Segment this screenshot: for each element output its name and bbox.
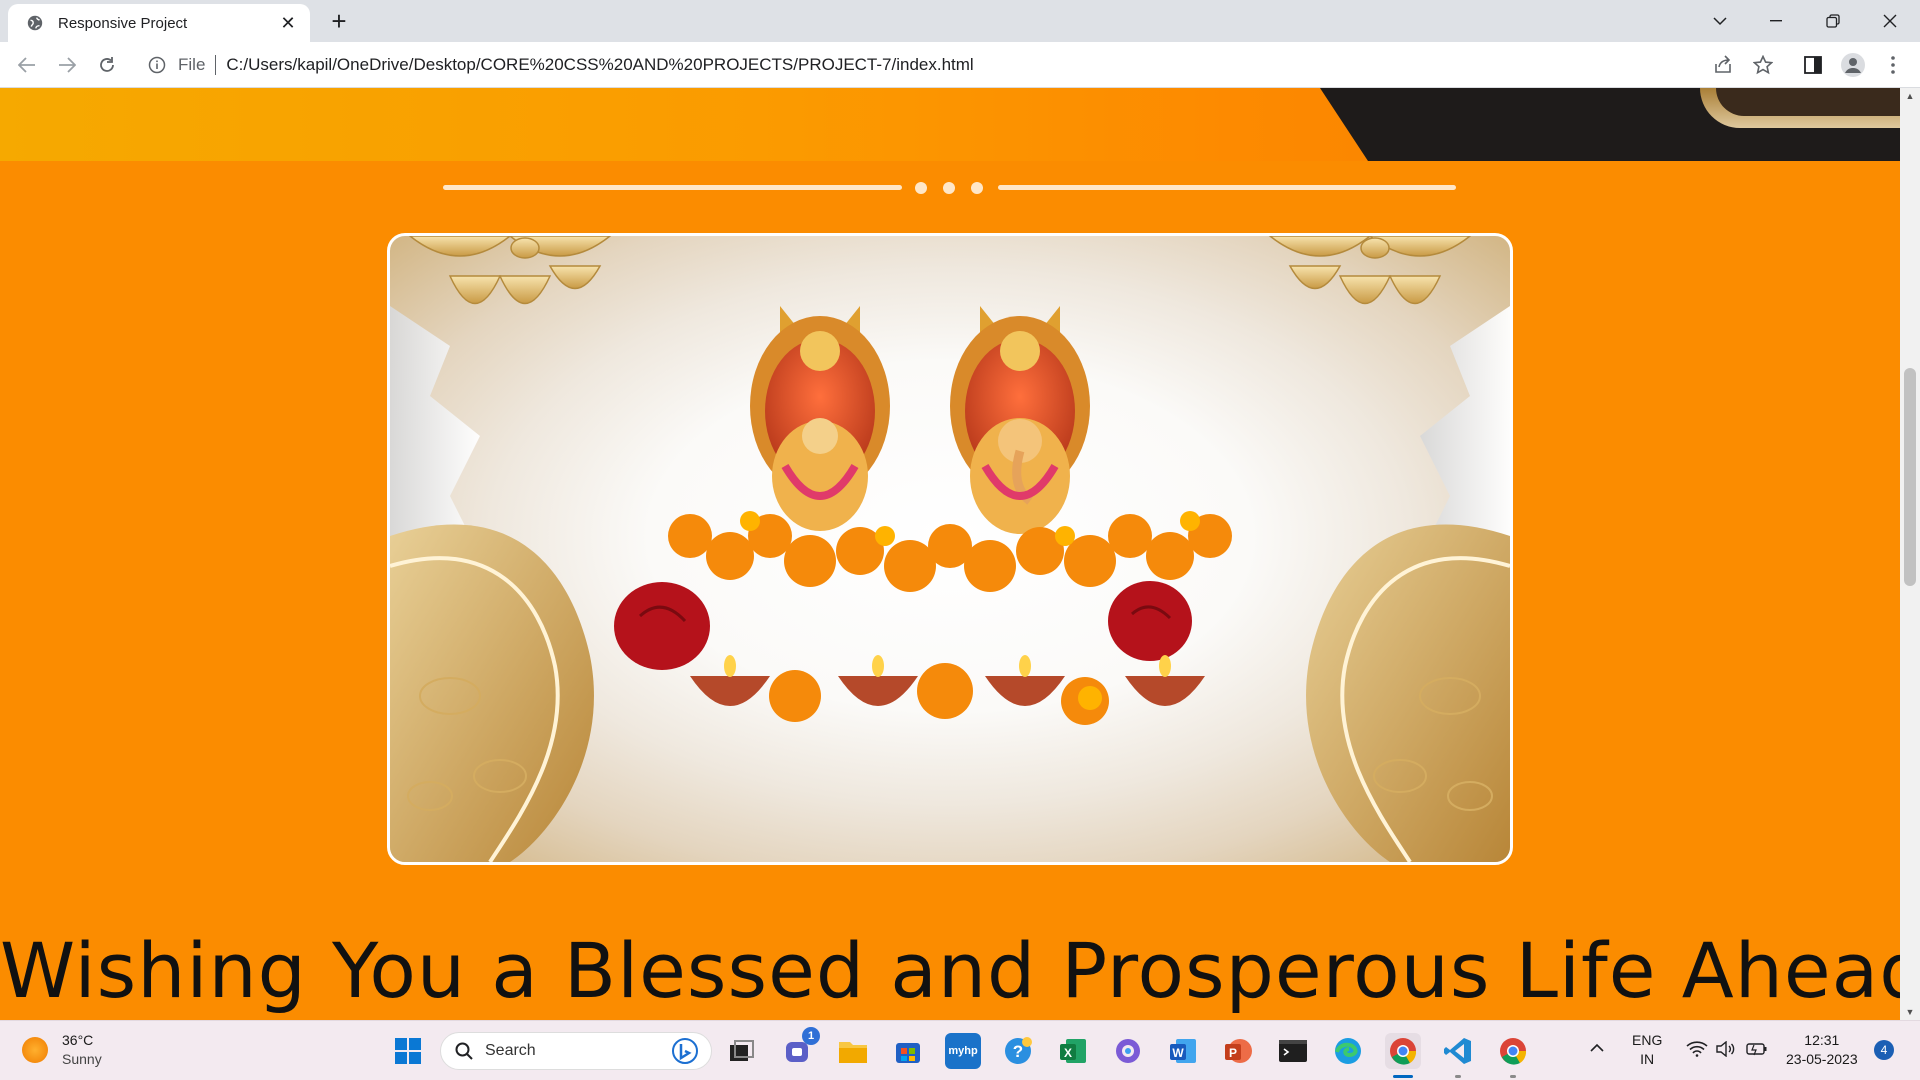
microsoft-store-icon[interactable]: [890, 1033, 926, 1069]
file-scheme-label: File: [178, 55, 206, 74]
search-placeholder: Search: [485, 1042, 536, 1059]
show-hidden-icons-chevron-icon[interactable]: [1590, 1039, 1604, 1058]
close-tab-icon[interactable]: ✕: [278, 13, 298, 34]
chrome-active-indicator: [1393, 1075, 1413, 1078]
svg-text:X: X: [1064, 1046, 1072, 1060]
back-arrow-icon: [18, 57, 35, 73]
lakshmi-ganesh-illustration: [390, 236, 1510, 862]
weather-widget[interactable]: 36°C Sunny: [22, 1031, 102, 1069]
divider-line-left: [443, 185, 902, 190]
forward-button[interactable]: [52, 50, 82, 80]
tab-search-chevron-icon[interactable]: [1692, 0, 1748, 42]
new-tab-button[interactable]: +: [324, 6, 354, 36]
language-line1: ENG: [1632, 1032, 1663, 1048]
page-viewport: Wishing You a Blessed and Prosperous Lif…: [0, 88, 1900, 1020]
bing-icon[interactable]: [671, 1037, 699, 1065]
powerpoint-icon[interactable]: P: [1220, 1033, 1256, 1069]
weather-temp: 36°C: [62, 1032, 94, 1048]
reload-button[interactable]: [92, 50, 122, 80]
scroll-thumb[interactable]: [1904, 368, 1916, 586]
more-menu-icon[interactable]: [1880, 52, 1906, 78]
profile-avatar[interactable]: [1840, 52, 1866, 78]
address-bar[interactable]: File C:/Users/kapil/OneDrive/Desktop/COR…: [140, 47, 1710, 83]
notification-badge[interactable]: 4: [1874, 1040, 1894, 1060]
weather-condition: Sunny: [62, 1051, 102, 1067]
wifi-icon[interactable]: [1686, 1041, 1708, 1062]
divider-line-right: [998, 185, 1456, 190]
url-text[interactable]: C:/Users/kapil/OneDrive/Desktop/CORE%20C…: [226, 55, 973, 75]
browser-tab[interactable]: Responsive Project ✕: [8, 4, 310, 42]
side-panel-icon[interactable]: [1800, 52, 1826, 78]
tab-strip: Responsive Project ✕ +: [0, 0, 1920, 42]
search-icon: [455, 1042, 473, 1060]
teams-badge: 1: [802, 1027, 820, 1045]
address-separator: [215, 55, 217, 75]
festival-image-card: [387, 233, 1513, 865]
lakshmi-idol: [750, 306, 890, 531]
edge-icon[interactable]: [1330, 1033, 1366, 1069]
vscode-icon[interactable]: [1440, 1033, 1476, 1069]
svg-text:P: P: [1229, 1046, 1237, 1060]
globe-icon: [27, 15, 43, 31]
teams-icon[interactable]: 1: [780, 1027, 820, 1069]
bookmark-star-icon[interactable]: [1750, 52, 1776, 78]
slider-dot-3[interactable]: [971, 182, 983, 194]
vscode-running-indicator: [1455, 1075, 1461, 1078]
battery-icon[interactable]: [1746, 1041, 1768, 1062]
myhp-icon[interactable]: myhp: [945, 1033, 981, 1069]
forward-arrow-icon: [59, 57, 76, 73]
minimize-button[interactable]: [1748, 0, 1804, 42]
page-scrollbar[interactable]: ▲ ▼: [1900, 88, 1920, 1020]
chrome-2-running-indicator: [1510, 1075, 1516, 1078]
page-headline: Wishing You a Blessed and Prosperous Lif…: [0, 926, 1900, 1015]
language-line2: IN: [1640, 1051, 1655, 1067]
ganesh-idol: [950, 306, 1090, 534]
svg-text:W: W: [1172, 1046, 1184, 1060]
windows-start-icon[interactable]: [390, 1033, 426, 1069]
task-view-icon[interactable]: [724, 1033, 760, 1069]
clock-date: 23-05-2023: [1786, 1051, 1858, 1067]
chrome-icon[interactable]: [1385, 1033, 1421, 1069]
slider-dot-2[interactable]: [943, 182, 955, 194]
excel-icon[interactable]: X: [1055, 1033, 1091, 1069]
sun-icon: [22, 1037, 48, 1063]
restore-button[interactable]: [1805, 0, 1861, 42]
clock[interactable]: 12:31 23-05-2023: [1786, 1031, 1858, 1069]
volume-icon[interactable]: [1716, 1040, 1736, 1062]
share-icon[interactable]: [1710, 52, 1736, 78]
tab-title: Responsive Project: [58, 14, 188, 32]
scroll-up-arrow-icon[interactable]: ▲: [1900, 88, 1920, 104]
hero-gold-ornament-inner: [1716, 88, 1900, 116]
taskbar-search-box[interactable]: Search: [440, 1032, 712, 1070]
svg-text:?: ?: [1013, 1042, 1023, 1061]
windows-taskbar: 36°C Sunny Search 1 myhp ? X W P ENG IN …: [0, 1020, 1920, 1080]
tips-icon[interactable]: ?: [1000, 1033, 1036, 1069]
info-icon[interactable]: [148, 56, 166, 74]
word-icon[interactable]: W: [1165, 1033, 1201, 1069]
language-indicator[interactable]: ENG IN: [1632, 1031, 1662, 1069]
file-explorer-icon[interactable]: [835, 1033, 871, 1069]
copilot-icon[interactable]: [1110, 1033, 1146, 1069]
terminal-icon[interactable]: [1275, 1033, 1311, 1069]
slider-dot-1[interactable]: [915, 182, 927, 194]
browser-toolbar: File C:/Users/kapil/OneDrive/Desktop/COR…: [0, 42, 1920, 88]
scroll-down-arrow-icon[interactable]: ▼: [1900, 1004, 1920, 1020]
reload-icon: [100, 57, 114, 72]
clock-time: 12:31: [1804, 1032, 1840, 1048]
close-window-button[interactable]: [1862, 0, 1918, 42]
chrome-icon-2[interactable]: [1495, 1033, 1531, 1069]
back-button[interactable]: [12, 50, 42, 80]
